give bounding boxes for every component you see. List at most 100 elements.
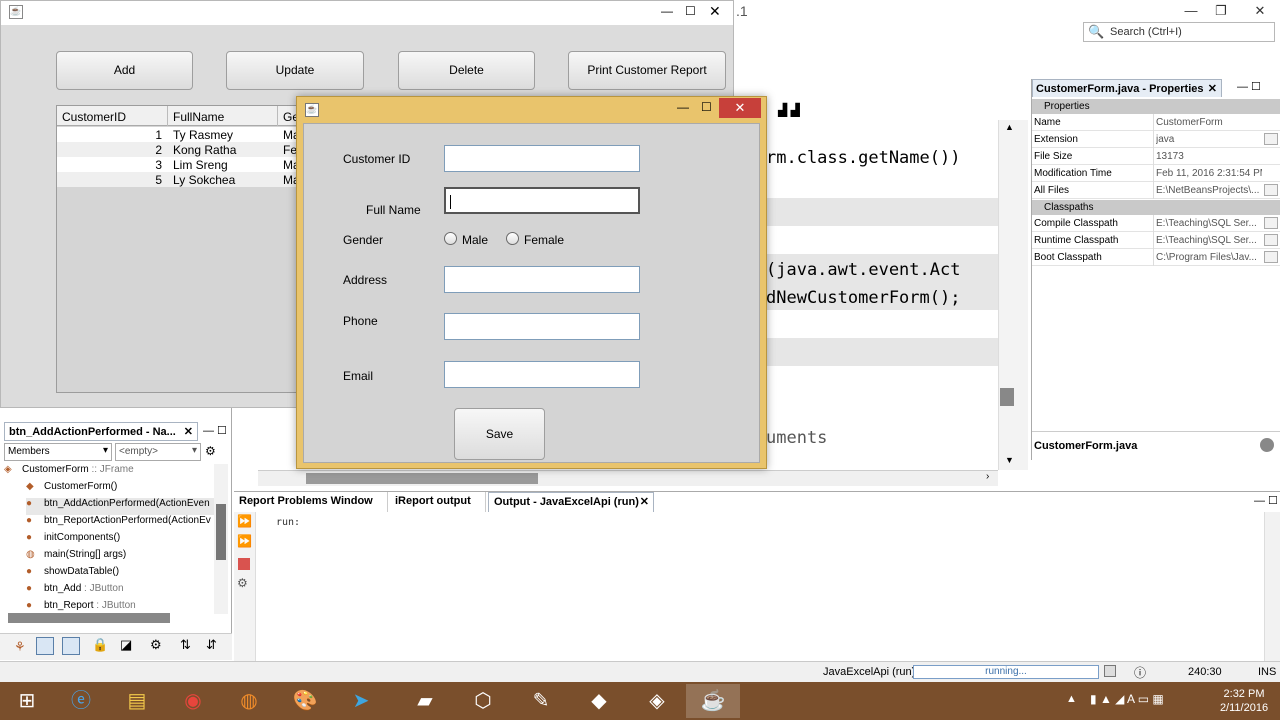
start-button[interactable]: ⊞: [0, 684, 54, 718]
gender-female-radio[interactable]: [506, 232, 519, 245]
table-row[interactable]: 3 Lim Sreng Ma: [57, 157, 305, 172]
full-name-field[interactable]: [444, 187, 640, 214]
sort-name-icon[interactable]: ⇵: [206, 637, 217, 653]
members-filter-select[interactable]: Members ▾: [4, 443, 112, 461]
stop-icon[interactable]: [238, 558, 250, 570]
gender-male-label[interactable]: Male: [462, 233, 488, 247]
inherit-icon[interactable]: ⚙: [150, 637, 162, 653]
navigator-hscroll-thumb[interactable]: [8, 613, 170, 623]
panel-menu-icon[interactable]: — ☐: [203, 424, 227, 437]
rerun-icon[interactable]: ⏩: [237, 514, 252, 528]
firefox-taskbar-button[interactable]: ◍: [222, 684, 276, 718]
minimize-icon[interactable]: —: [661, 4, 673, 18]
editor-taskbar-button[interactable]: ▰: [398, 684, 452, 718]
update-button[interactable]: Update: [226, 51, 364, 90]
restore-icon[interactable]: ❐: [1206, 0, 1236, 22]
telegram-taskbar-button[interactable]: ➤: [334, 684, 388, 718]
navigator-tab[interactable]: btn_AddActionPerformed - Na... ✕: [4, 422, 198, 441]
properties-section-header[interactable]: Properties: [1032, 99, 1280, 114]
nav-item-constructor[interactable]: ◆ CustomerForm(): [26, 481, 117, 498]
nav-item-field[interactable]: ● btn_Add : JButton: [26, 583, 124, 600]
property-row[interactable]: Runtime Classpath E:\Teaching\SQL Ser...: [1032, 232, 1280, 249]
panel-menu-icon[interactable]: — ☐: [1237, 80, 1261, 93]
toggle-static-icon[interactable]: [62, 637, 80, 655]
search-input[interactable]: 🔍 Search (Ctrl+I): [1083, 22, 1275, 42]
gender-female-label[interactable]: Female: [524, 233, 564, 247]
save-button[interactable]: Save: [454, 408, 545, 460]
close-icon[interactable]: ✕: [1208, 82, 1217, 95]
property-row[interactable]: Modification Time Feb 11, 2016 2:31:54 PM: [1032, 165, 1280, 182]
nav-item-method[interactable]: ● showDataTable(): [26, 566, 119, 583]
property-row[interactable]: Boot Classpath C:\Program Files\Jav...: [1032, 249, 1280, 266]
print-report-button[interactable]: Print Customer Report: [568, 51, 726, 90]
classpaths-section-header[interactable]: Classpaths: [1032, 200, 1280, 215]
code-editor[interactable]: rm.class.getName()) (java.awt.event.Act …: [766, 120, 998, 470]
toolbar-icon[interactable]: ▟ ▟: [778, 103, 800, 117]
close-icon[interactable]: ✕: [709, 3, 721, 20]
toggle-fields-icon[interactable]: [36, 637, 54, 655]
table-row[interactable]: 2 Kong Ratha Fe: [57, 142, 305, 157]
minimize-icon[interactable]: —: [1176, 0, 1206, 22]
explorer-taskbar-button[interactable]: ▤: [110, 684, 164, 718]
close-icon[interactable]: ✕: [1240, 0, 1280, 22]
ellipsis-button[interactable]: [1264, 251, 1278, 263]
clock[interactable]: 2:32 PM 2/11/2016: [1212, 687, 1276, 715]
nav-item-class[interactable]: ◈ CustomerForm :: JFrame: [4, 464, 134, 481]
editor-hscrollbar[interactable]: ›: [258, 470, 998, 486]
scroll-up-icon[interactable]: ▲: [1005, 122, 1014, 132]
column-header-fullname[interactable]: FullName: [168, 106, 278, 126]
tray-icons[interactable]: ▮ ▲ ◢ A ▭ ▦: [1090, 692, 1164, 706]
minimize-icon[interactable]: —: [677, 100, 689, 114]
hscroll-thumb[interactable]: [306, 473, 538, 484]
scroll-thumb[interactable]: [1000, 388, 1014, 406]
ie-taskbar-button[interactable]: ⓔ: [54, 684, 108, 718]
nav-item-method[interactable]: ● btn_ReportActionPerformed(ActionEv: [26, 515, 211, 532]
ellipsis-button[interactable]: [1264, 133, 1278, 145]
maximize-icon[interactable]: ☐: [685, 4, 696, 18]
nav-item-method[interactable]: ◍ main(String[] args): [26, 549, 126, 566]
tab-output-run[interactable]: Output - JavaExcelApi (run) ✕: [488, 492, 654, 512]
property-row[interactable]: All Files E:\NetBeansProjects\...: [1032, 182, 1280, 199]
app-taskbar-button[interactable]: ◆: [572, 684, 626, 718]
close-icon[interactable]: ✕: [184, 425, 193, 438]
filter-settings-icon[interactable]: ⚙: [205, 444, 216, 458]
phone-field[interactable]: [444, 313, 640, 340]
paint-taskbar-button[interactable]: 🎨: [278, 684, 332, 718]
ellipsis-button[interactable]: [1264, 184, 1278, 196]
cancel-task-icon[interactable]: [1104, 665, 1116, 677]
settings-icon[interactable]: ⚙: [237, 576, 248, 590]
gender-male-radio[interactable]: [444, 232, 457, 245]
close-icon[interactable]: ✕: [719, 98, 761, 118]
maximize-icon[interactable]: ☐: [701, 100, 712, 114]
help-icon[interactable]: [1260, 438, 1274, 452]
delete-button[interactable]: Delete: [398, 51, 535, 90]
empty-filter-select[interactable]: <empty> ▾: [115, 443, 201, 461]
chrome-taskbar-button[interactable]: ◉: [166, 684, 220, 718]
rerun-different-icon[interactable]: ⏩: [237, 534, 252, 548]
java-taskbar-button[interactable]: ☕: [686, 684, 740, 718]
customer-id-field[interactable]: [444, 145, 640, 172]
show-hidden-icons[interactable]: ▲: [1066, 693, 1077, 705]
notifications-icon[interactable]: ⓘ: [1134, 664, 1146, 681]
lock-icon[interactable]: 🔒: [92, 637, 108, 653]
tab-ireport-output[interactable]: iReport output: [390, 492, 486, 512]
virtualbox-taskbar-button[interactable]: ⬡: [456, 684, 510, 718]
ellipsis-button[interactable]: [1264, 217, 1278, 229]
table-row[interactable]: 5 Ly Sokchea Ma: [57, 172, 305, 187]
table-row[interactable]: 1 Ty Rasmey Ma: [57, 127, 305, 142]
scroll-down-icon[interactable]: ▼: [1005, 455, 1014, 465]
navigator-scrollbar[interactable]: [214, 464, 228, 614]
sort-icon[interactable]: ⇅: [180, 637, 191, 653]
scroll-right-icon[interactable]: ›: [986, 471, 989, 482]
tab-report-problems[interactable]: Report Problems Window: [234, 492, 388, 512]
filter-icon[interactable]: ⚘: [14, 639, 26, 655]
scroll-thumb[interactable]: [216, 504, 226, 560]
inner-class-icon[interactable]: ◪: [120, 637, 132, 653]
editor-scrollbar[interactable]: ▲ ▼: [998, 120, 1028, 470]
customer-table[interactable]: CustomerID FullName Ge 1 Ty Rasmey Ma 2 …: [56, 105, 306, 393]
properties-tab[interactable]: CustomerForm.java - Properties ✕: [1032, 79, 1222, 97]
add-button[interactable]: Add: [56, 51, 193, 90]
ellipsis-button[interactable]: [1264, 234, 1278, 246]
email-field[interactable]: [444, 361, 640, 388]
property-row[interactable]: Compile Classpath E:\Teaching\SQL Ser...: [1032, 215, 1280, 232]
